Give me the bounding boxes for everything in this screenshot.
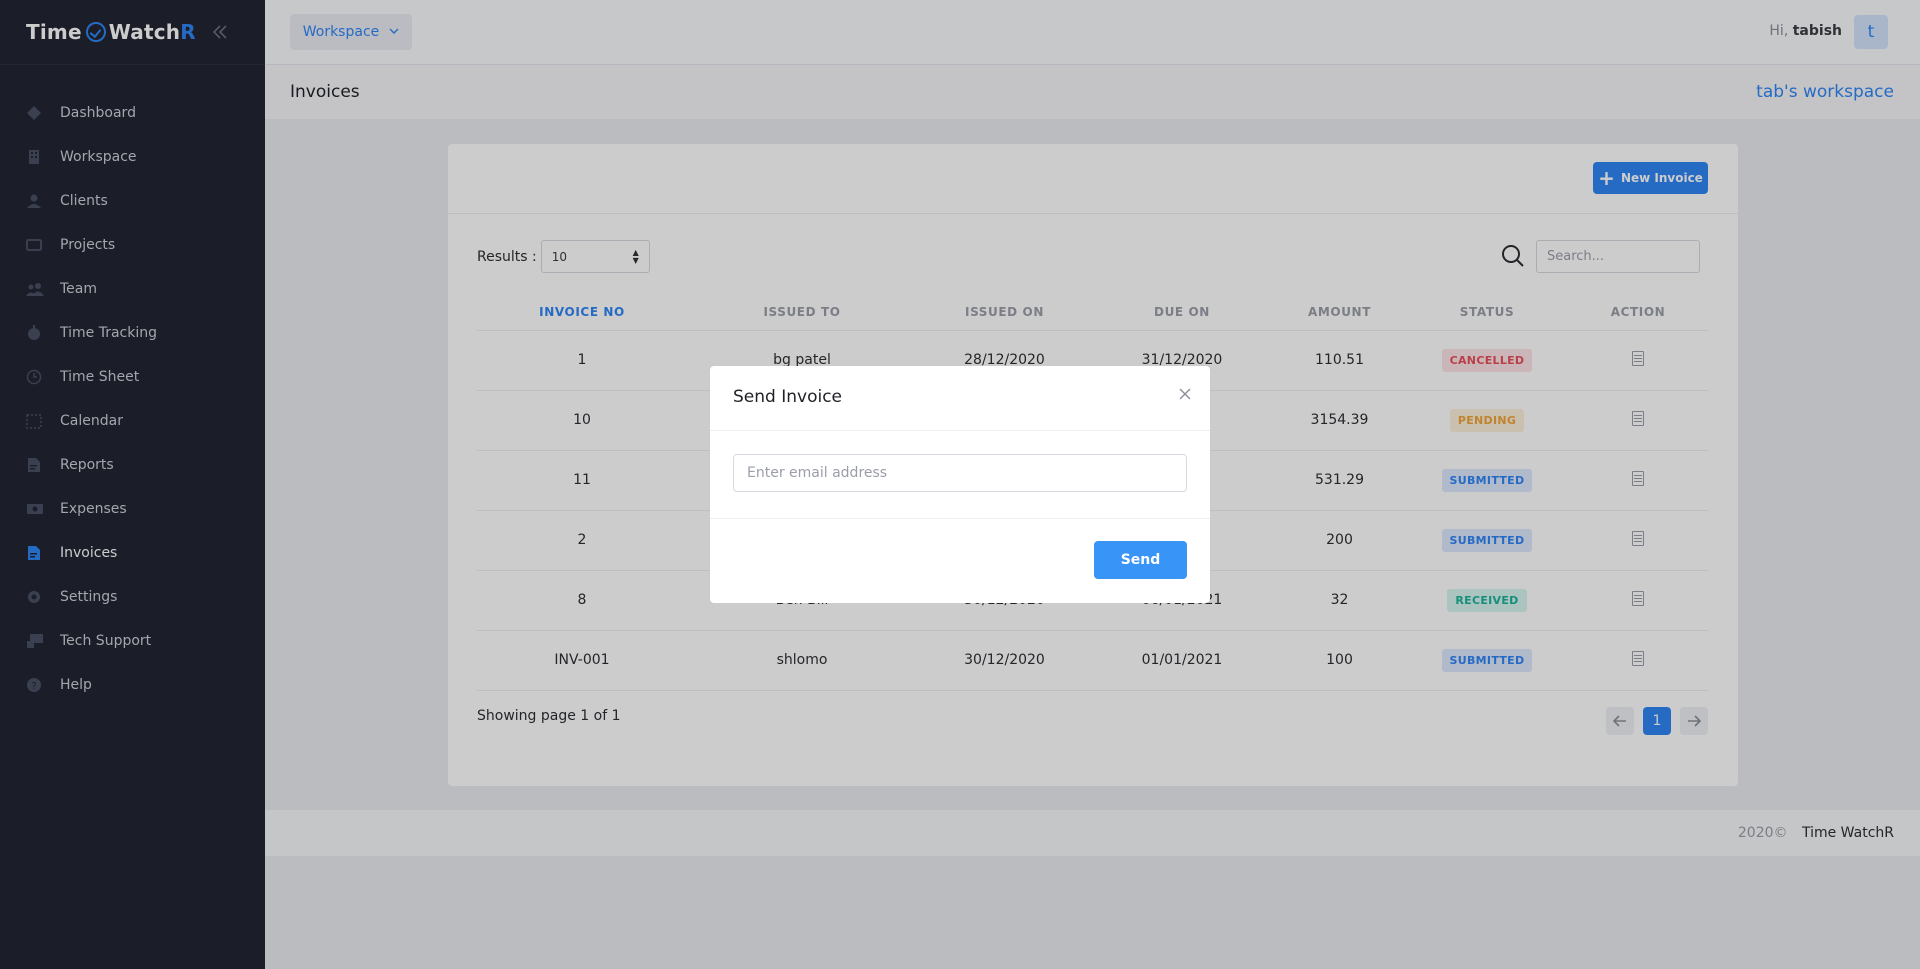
email-field[interactable] <box>733 454 1187 492</box>
send-invoice-modal: Send Invoice Send <box>710 366 1210 603</box>
close-icon[interactable] <box>1178 387 1192 405</box>
send-button[interactable]: Send <box>1094 541 1187 579</box>
modal-title: Send Invoice <box>733 387 842 407</box>
modal-body <box>710 431 1210 519</box>
modal-header: Send Invoice <box>710 366 1210 431</box>
